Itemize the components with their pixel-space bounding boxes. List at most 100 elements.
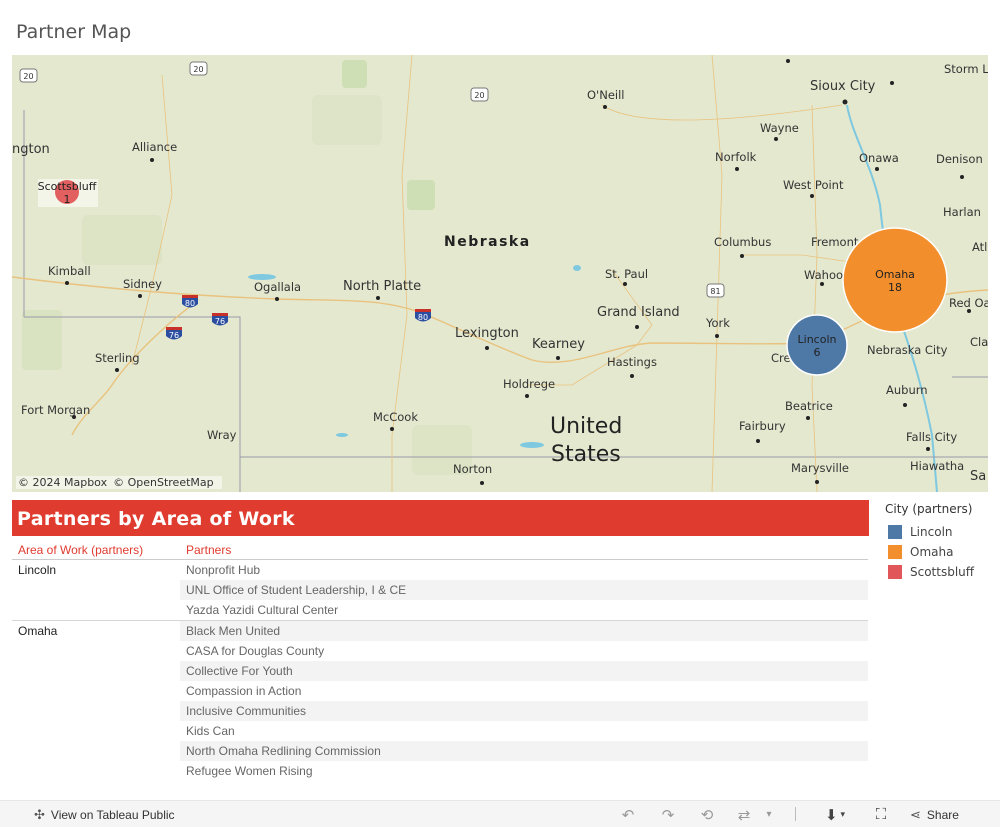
bubble-city-label: Omaha <box>875 268 915 281</box>
legend-label: Lincoln <box>910 525 953 539</box>
city-label: Wahoo <box>804 268 843 282</box>
city-label: Storm L <box>944 62 988 76</box>
bubble-count-label: 6 <box>814 346 821 359</box>
city-label: Denison <box>936 152 983 166</box>
city-label: Lexington <box>455 326 519 341</box>
bubble-omaha[interactable]: Omaha 18 <box>842 227 948 333</box>
group-label[interactable]: Lincoln <box>18 563 56 577</box>
city-label: Norfolk <box>715 150 757 164</box>
city-label: Fremont <box>811 235 859 249</box>
city-label: Harlan <box>943 205 981 219</box>
city-label: Marysville <box>791 461 849 475</box>
partners-table: Lincoln Nonprofit Hub UNL Office of Stud… <box>12 560 868 781</box>
shield-us20-b: 20 <box>189 61 208 76</box>
tableau-logo-icon: ✣ <box>34 807 45 822</box>
table-row[interactable]: CASA for Douglas County <box>180 641 868 661</box>
legend-label: Omaha <box>910 545 954 559</box>
redo-icon[interactable]: ↷ <box>658 804 678 825</box>
osm-attribution-link[interactable]: © OpenStreetMap <box>113 476 214 489</box>
revert-icon[interactable]: ⟲ <box>697 804 717 825</box>
download-icon[interactable]: ⬇ ▾ <box>818 804 852 825</box>
share-button[interactable]: ⋖ Share <box>910 807 959 823</box>
city-label: Kearney <box>532 337 585 352</box>
city-label: Onawa <box>859 151 899 165</box>
city-label: McCook <box>373 410 418 424</box>
city-label: Wayne <box>760 121 799 135</box>
map-attribution[interactable]: © 2024 Mapbox © OpenStreetMap <box>16 476 222 489</box>
shield-us81: 81 <box>706 283 725 298</box>
table-row[interactable]: Inclusive Communities <box>180 701 868 721</box>
city-label: Nebraska City <box>867 343 948 357</box>
legend-item-lincoln[interactable]: Lincoln <box>885 522 995 542</box>
city-label: Ogallala <box>254 280 301 294</box>
dropdown-icon[interactable]: ▾ <box>762 804 776 825</box>
table-row[interactable]: Yazda Yazidi Cultural Center <box>180 600 868 620</box>
table-row[interactable]: Nonprofit Hub <box>180 560 868 580</box>
fullscreen-icon[interactable]: ⛶ <box>870 804 892 825</box>
share-label: Share <box>926 808 959 822</box>
shield-i80-a: 80 <box>182 295 198 308</box>
group-label[interactable]: Omaha <box>18 624 57 638</box>
table-row[interactable]: Kids Can <box>180 721 868 741</box>
city-label: Kimball <box>48 264 91 278</box>
city-label: Holdrege <box>503 377 555 391</box>
city-label: North Platte <box>343 279 421 294</box>
city-label: Alliance <box>132 140 177 154</box>
city-label: Wray <box>207 428 237 442</box>
city-label: Auburn <box>886 383 928 397</box>
city-label: York <box>705 316 730 330</box>
city-label: Sidney <box>123 277 162 291</box>
table-row[interactable]: Black Men United <box>180 621 868 641</box>
bubble-lincoln[interactable]: Lincoln 6 <box>786 314 848 376</box>
shield-label: 20 <box>23 72 33 81</box>
table-row[interactable]: UNL Office of Student Leadership, I & CE <box>180 580 868 600</box>
mapbox-attribution-link[interactable]: © 2024 Mapbox <box>18 476 107 489</box>
country-label-line1: United <box>550 414 622 439</box>
view-on-tableau-public-link[interactable]: ✣ View on Tableau Public <box>34 807 175 823</box>
view-on-tableau-public-label: View on Tableau Public <box>50 808 175 822</box>
city-label: Hastings <box>607 355 657 369</box>
table-row[interactable]: Refugee Women Rising <box>180 761 868 781</box>
toolbar-separator <box>795 807 796 821</box>
partner-map[interactable]: 20 20 20 80 76 76 80 81 Sioux City O'Nei… <box>12 55 988 492</box>
table-group-omaha: Omaha Black Men United CASA for Douglas … <box>12 621 868 781</box>
toolbar: ✣ View on Tableau Public ↶ ↷ ⟲ ⇄ ▾ ⬇ ▾ ⛶ … <box>0 800 1000 827</box>
state-borders <box>23 110 988 492</box>
city-label: O'Neill <box>587 88 624 102</box>
table-title: Partners by Area of Work <box>12 500 869 536</box>
shield-i76-a: 76 <box>212 313 228 326</box>
shield-label: 20 <box>474 91 484 100</box>
bubble-scottsbluff[interactable]: Scottsbluff 1 <box>38 179 98 207</box>
city-labels: Sioux City O'Neill Wayne Norfolk Onawa D… <box>12 62 988 484</box>
table-group-lincoln: Lincoln Nonprofit Hub UNL Office of Stud… <box>12 560 868 621</box>
map-canvas[interactable]: 20 20 20 80 76 76 80 81 Sioux City O'Nei… <box>12 55 988 492</box>
undo-icon[interactable]: ↶ <box>618 804 638 825</box>
bubble-count-label: 1 <box>64 193 71 206</box>
city-label: Columbus <box>714 235 771 249</box>
legend-item-omaha[interactable]: Omaha <box>885 542 995 562</box>
table-row[interactable]: Compassion in Action <box>180 681 868 701</box>
shield-us20-a: 20 <box>19 68 38 83</box>
city-label: Fairbury <box>739 419 786 433</box>
table-row[interactable]: North Omaha Redlining Commission <box>180 741 868 761</box>
legend-swatch <box>888 565 902 579</box>
column-header-area[interactable]: Area of Work (partners) <box>18 543 143 557</box>
city-label: Beatrice <box>785 399 833 413</box>
shield-i76-b: 76 <box>166 327 182 340</box>
city-label: St. Paul <box>605 267 648 281</box>
refresh-icon[interactable]: ⇄ <box>734 804 754 825</box>
bubble-city-label: Lincoln <box>798 333 837 346</box>
table-row[interactable]: Collective For Youth <box>180 661 868 681</box>
shield-label: 76 <box>169 331 179 340</box>
bubble-city-label: Scottsbluff <box>38 180 97 193</box>
table-header: Area of Work (partners) Partners <box>12 540 868 560</box>
city-label: Norton <box>453 462 492 476</box>
legend-item-scottsbluff[interactable]: Scottsbluff <box>885 562 995 582</box>
city-label: Red Oa <box>949 296 988 310</box>
city-label: Sioux City <box>810 79 876 94</box>
city-label: Grand Island <box>597 305 680 320</box>
city-label: Atl <box>972 240 987 254</box>
legend-swatch <box>888 525 902 539</box>
city-label: Hiawatha <box>910 459 964 473</box>
column-header-partners[interactable]: Partners <box>186 543 231 557</box>
